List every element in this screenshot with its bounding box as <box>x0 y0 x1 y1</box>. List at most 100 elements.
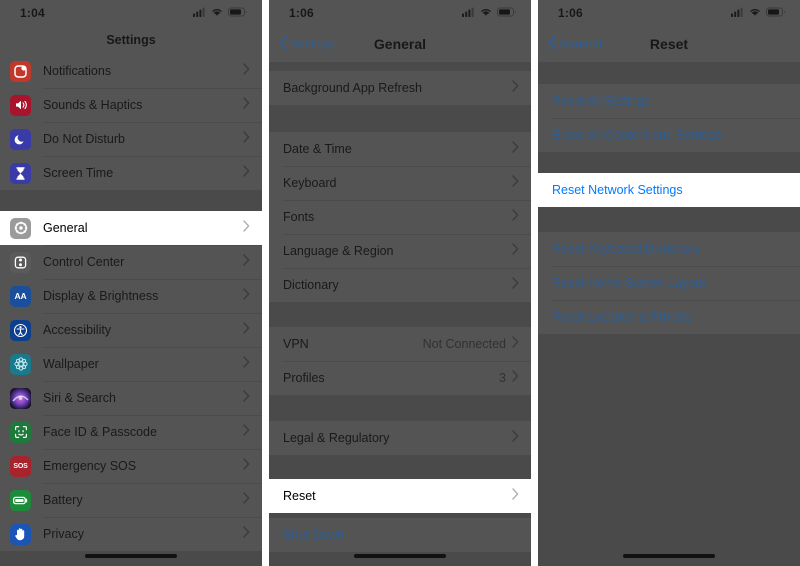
sidebar-item-general[interactable]: General <box>0 211 262 245</box>
sidebar-item-emergency-sos[interactable]: SOS Emergency SOS <box>0 449 262 483</box>
sidebar-item-screen-time[interactable]: Screen Time <box>0 156 262 190</box>
list-item-date-time[interactable]: Date & Time <box>269 132 531 166</box>
list-item-label: Background App Refresh <box>283 81 422 95</box>
sidebar-item-privacy[interactable]: Privacy <box>0 517 262 551</box>
chevron-right-icon <box>512 242 519 260</box>
sidebar-item-label: Accessibility <box>43 323 112 337</box>
display-brightness-icon: AA <box>10 285 31 307</box>
list-item-label: Dictionary <box>283 278 339 292</box>
list-item-label: Legal & Regulatory <box>283 431 390 445</box>
wifi-icon <box>480 4 492 22</box>
general-group-2: Date & Time Keyboard Fonts Language & Re… <box>269 132 531 302</box>
sidebar-item-label: General <box>43 221 88 235</box>
chevron-right-icon <box>243 62 250 80</box>
home-indicator[interactable] <box>354 554 446 558</box>
chevron-right-icon <box>243 253 250 271</box>
list-item-shut-down[interactable]: Shut Down <box>269 518 531 552</box>
chevron-right-icon <box>243 389 250 407</box>
group-spacer <box>538 152 800 173</box>
list-item-label: Fonts <box>283 210 315 224</box>
list-item-label: Reset Location & Privacy <box>552 310 692 324</box>
signal-bars-icon <box>731 4 744 22</box>
list-item-label: Reset <box>283 489 316 503</box>
general-group-1: Background App Refresh <box>269 71 531 105</box>
chevron-right-icon <box>243 423 250 441</box>
group-spacer <box>0 190 262 211</box>
panel-gap <box>262 0 269 566</box>
list-item-dictionary[interactable]: Dictionary <box>269 268 531 302</box>
list-item-erase-all-content-and-settings[interactable]: Erase All Content and Settings <box>538 118 800 152</box>
face-id-icon <box>10 421 31 443</box>
list-item-label: Reset Home Screen Layout <box>552 276 706 290</box>
list-item-background-app-refresh[interactable]: Background App Refresh <box>269 71 531 105</box>
list-item-reset-location-privacy[interactable]: Reset Location & Privacy <box>538 300 800 334</box>
reset-group-3: Reset Keyboard Dictionary Reset Home Scr… <box>538 232 800 334</box>
settings-group-2: General Control Center AA Display & Brig… <box>0 211 262 551</box>
home-indicator[interactable] <box>623 554 715 558</box>
group-spacer <box>269 302 531 327</box>
sidebar-item-label: Screen Time <box>43 166 114 180</box>
list-item-profiles[interactable]: Profiles 3 <box>269 361 531 395</box>
home-indicator[interactable] <box>85 554 177 558</box>
sidebar-item-label: Emergency SOS <box>43 459 137 473</box>
back-button[interactable]: Settings <box>279 35 333 53</box>
chevron-right-icon <box>243 457 250 475</box>
back-button[interactable]: General <box>548 35 602 53</box>
sidebar-item-do-not-disturb[interactable]: Do Not Disturb <box>0 122 262 156</box>
privacy-hand-icon <box>10 523 31 545</box>
battery-icon <box>228 4 248 22</box>
sidebar-item-label: Notifications <box>43 64 112 78</box>
status-time: 1:06 <box>289 6 314 20</box>
sidebar-item-siri-search[interactable]: Siri & Search <box>0 381 262 415</box>
back-button-label: General <box>559 37 602 51</box>
chevron-left-icon <box>279 35 288 53</box>
list-item-keyboard[interactable]: Keyboard <box>269 166 531 200</box>
status-indicators <box>193 4 248 22</box>
accessibility-icon <box>10 319 31 341</box>
sidebar-item-face-id-passcode[interactable]: Face ID & Passcode <box>0 415 262 449</box>
chevron-right-icon <box>243 491 250 509</box>
sidebar-item-battery[interactable]: Battery <box>0 483 262 517</box>
sidebar-item-accessibility[interactable]: Accessibility <box>0 313 262 347</box>
status-time: 1:04 <box>20 6 45 20</box>
wifi-icon <box>749 4 761 22</box>
nav-bar: General Reset <box>538 26 800 62</box>
reset-group-1: Reset All Settings Erase All Content and… <box>538 84 800 152</box>
battery-icon <box>497 4 517 22</box>
back-button-label: Settings <box>290 37 334 51</box>
list-item-label: Erase All Content and Settings <box>552 128 722 142</box>
general-gear-icon <box>10 217 31 239</box>
group-spacer <box>538 62 800 84</box>
list-item-fonts[interactable]: Fonts <box>269 200 531 234</box>
chevron-left-icon <box>548 35 557 53</box>
list-item-reset-all-settings[interactable]: Reset All Settings <box>538 84 800 118</box>
chevron-right-icon <box>512 335 519 353</box>
sidebar-item-label: Siri & Search <box>43 391 116 405</box>
three-panel-screenshot: 1:04 Settings Notifications Sounds & Hap… <box>0 0 800 566</box>
list-item-reset[interactable]: Reset <box>269 479 531 513</box>
list-item-legal-regulatory[interactable]: Legal & Regulatory <box>269 421 531 455</box>
chevron-right-icon <box>243 321 250 339</box>
sidebar-item-label: Wallpaper <box>43 357 99 371</box>
list-item-label: VPN <box>283 337 309 351</box>
list-item-label: Date & Time <box>283 142 352 156</box>
sidebar-item-notifications[interactable]: Notifications <box>0 54 262 88</box>
sidebar-item-wallpaper[interactable]: Wallpaper <box>0 347 262 381</box>
list-item-language-region[interactable]: Language & Region <box>269 234 531 268</box>
do-not-disturb-icon <box>10 128 31 150</box>
list-item-reset-home-screen-layout[interactable]: Reset Home Screen Layout <box>538 266 800 300</box>
screen-general: 1:06 Settings General Background App Ref… <box>269 0 531 566</box>
signal-bars-icon <box>462 4 475 22</box>
list-item-value: Not Connected <box>422 337 506 351</box>
sidebar-item-display-brightness[interactable]: AA Display & Brightness <box>0 279 262 313</box>
sidebar-item-sounds-haptics[interactable]: Sounds & Haptics <box>0 88 262 122</box>
sidebar-item-label: Battery <box>43 493 83 507</box>
list-item-reset-network-settings[interactable]: Reset Network Settings <box>538 173 800 207</box>
sidebar-item-control-center[interactable]: Control Center <box>0 245 262 279</box>
chevron-right-icon <box>512 79 519 97</box>
list-item-vpn[interactable]: VPN Not Connected <box>269 327 531 361</box>
list-item-reset-keyboard-dictionary[interactable]: Reset Keyboard Dictionary <box>538 232 800 266</box>
list-item-label: Keyboard <box>283 176 337 190</box>
status-indicators <box>462 4 517 22</box>
nav-bar: Settings <box>0 26 262 54</box>
